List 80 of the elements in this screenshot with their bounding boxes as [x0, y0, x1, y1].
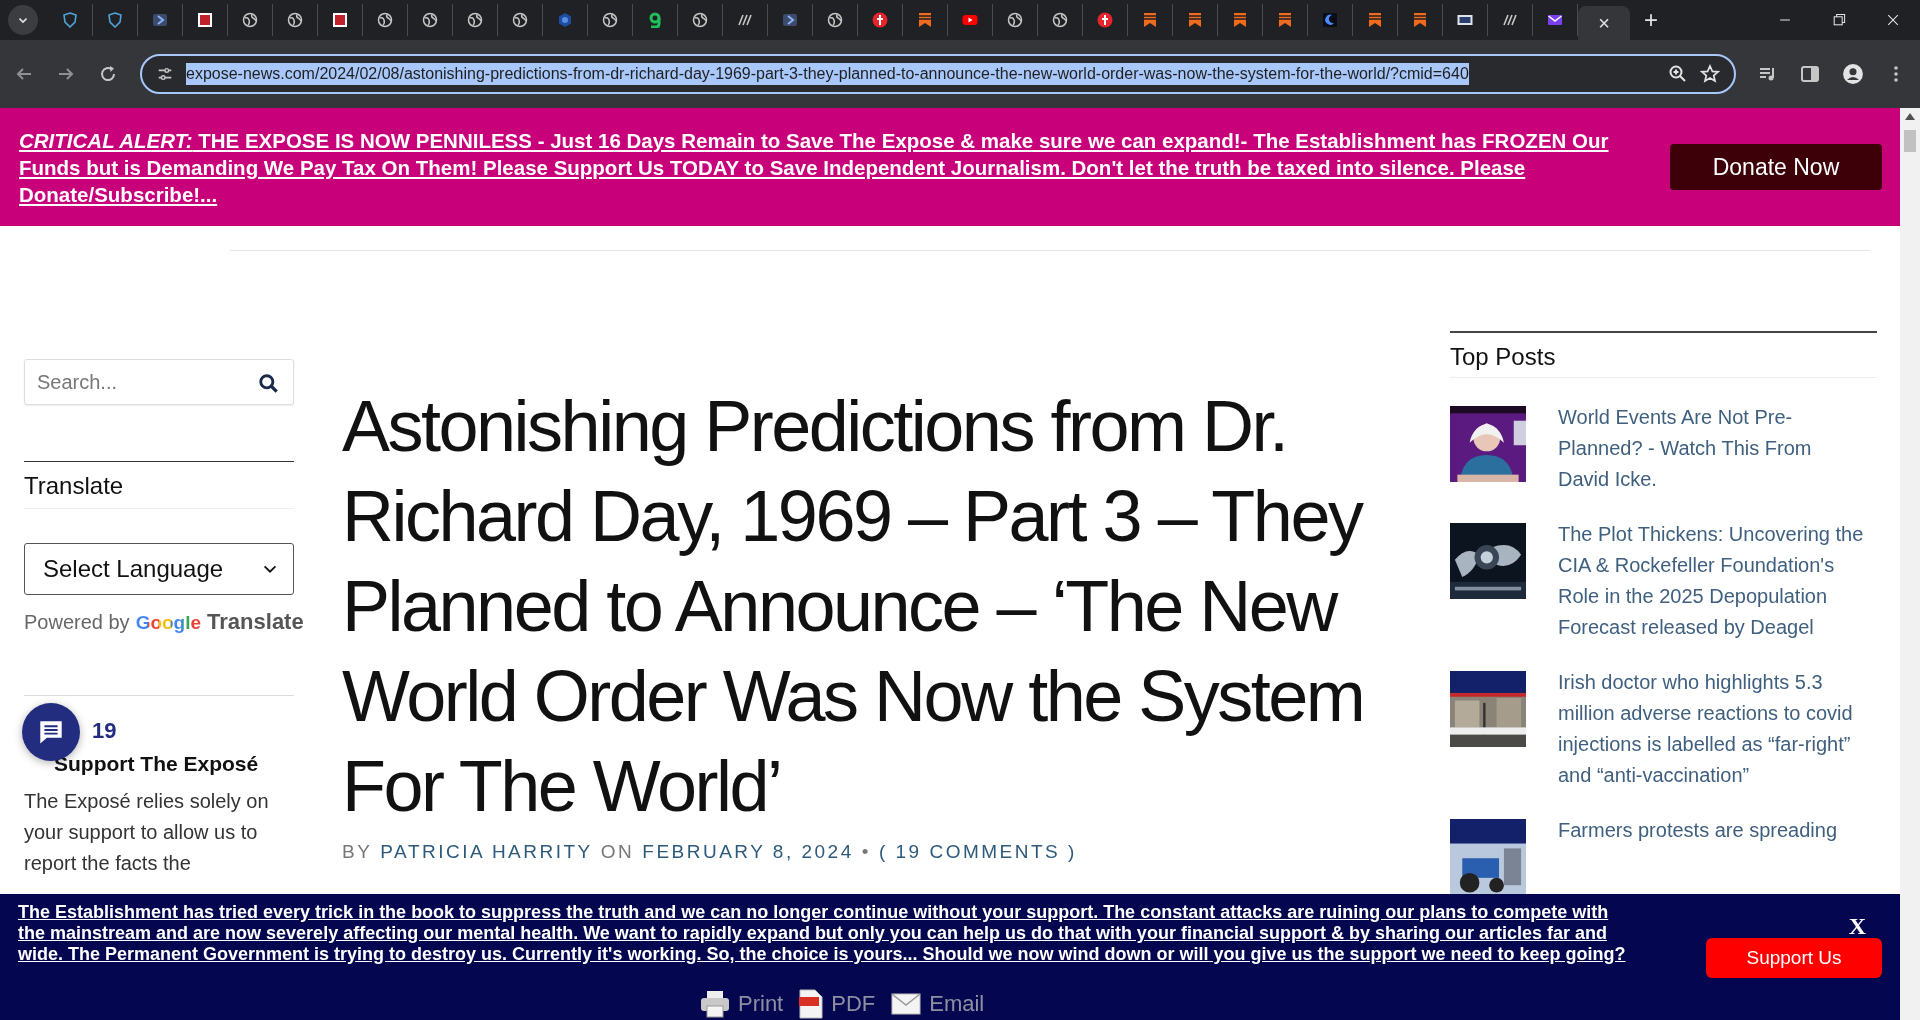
byline-text: ON: [600, 841, 635, 863]
scrollbar[interactable]: [1900, 108, 1920, 1020]
moon-icon: [1322, 12, 1338, 28]
tab-search-button[interactable]: [8, 5, 38, 35]
slashes-icon: [1502, 12, 1518, 28]
hexagon-icon: [557, 12, 573, 28]
new-tab-button[interactable]: +: [1644, 6, 1658, 34]
alert-link[interactable]: CRITICAL ALERT: THE EXPOSE IS NOW PENNILESS - Just 16 Days Remain to Save The Expose & make sure we can expand!- The Establishment has FROZEN Our Funds but is Demanding We Pay Tax On Them! Please Support Us TODAY to Save Independent Journalism. Don't let the truth be taxed into silence. Please Donate/Subscribe!...: [19, 126, 1629, 208]
pdf-icon: [799, 989, 824, 1019]
frame-icon: [332, 12, 348, 28]
support-button[interactable]: Support Us: [1706, 938, 1882, 978]
share-button[interactable]: Print: [700, 990, 784, 1018]
globe-icon: [1007, 12, 1023, 28]
powered-by-text: Powered by: [24, 611, 130, 634]
zoom-icon[interactable]: [1668, 64, 1688, 84]
globe-icon: [692, 12, 708, 28]
share-button[interactable]: Email: [891, 991, 985, 1017]
post-link[interactable]: Irish doctor who highlights 5.3 million adverse reactions to covid injections is labelled as “far-right” and “anti-vaccination”: [1558, 667, 1868, 791]
post-link[interactable]: World Events Are Not Pre-Planned? - Watch This From David Icke.: [1558, 402, 1868, 495]
support-heading: Support The Exposé: [54, 752, 260, 776]
author-link[interactable]: PATRICIA HARRITY: [380, 841, 593, 863]
post-link[interactable]: The Plot Thickens: Uncovering the CIA & Rockefeller Foundation's Role in the 2025 Depopulation Forecast released by Deagel: [1558, 519, 1868, 643]
widget-title: Translate: [24, 472, 124, 499]
bookmark-icon: [1277, 12, 1293, 28]
bookmark-icon: [1187, 12, 1203, 28]
globe-icon: [377, 12, 393, 28]
bookmark-icon: [1367, 12, 1383, 28]
language-dropdown[interactable]: Select Language: [24, 543, 294, 595]
comment-count: 19: [92, 718, 117, 744]
globe-icon: [602, 12, 618, 28]
shield-icon: [107, 12, 123, 28]
site-info-icon[interactable]: [156, 65, 174, 83]
close-icon[interactable]: [1885, 12, 1901, 28]
close-button[interactable]: X: [1842, 912, 1872, 941]
side-panel-icon[interactable]: [1800, 64, 1820, 84]
date-link[interactable]: FEBRUARY 8, 2024: [642, 841, 854, 863]
article-title: Astonishing Predictions from Dr. Richard Day, 1969 – Part 3 – They Planned to Announce – ‘The New World Order Was Now the System For The World’: [342, 385, 1365, 828]
globe-icon: [1052, 12, 1068, 28]
donate-button[interactable]: Donate Now: [1670, 144, 1882, 190]
browser-tab[interactable]: ×: [1578, 6, 1630, 40]
play-icon: [962, 12, 978, 28]
profile-icon[interactable]: [1842, 63, 1864, 85]
envelope-icon: [1547, 12, 1563, 28]
translate-link[interactable]: Translate: [207, 609, 304, 635]
slashes-icon: [737, 12, 753, 28]
byline-text: BY: [342, 841, 373, 863]
globe-icon: [467, 12, 483, 28]
tile-icon: [1457, 12, 1473, 28]
chevron-icon: [782, 12, 798, 28]
globe-icon: [422, 12, 438, 28]
globe-icon: [827, 12, 843, 28]
chat-icon: [37, 718, 65, 746]
globe-icon: [512, 12, 528, 28]
search-field[interactable]: Search...: [24, 359, 294, 405]
reload-icon[interactable]: [98, 64, 118, 84]
bookmark-icon: [1232, 12, 1248, 28]
shield-icon: [62, 12, 78, 28]
bookmark-icon: [1142, 12, 1158, 28]
scrollbar-thumb[interactable]: [1904, 130, 1916, 152]
url-text: expose-news.com/2024/02/08/astonishing-predictions-from-dr-richard-day-1969-part-3-they-planned-to-announce-the-new-world-order-was-now-the-system-for-the-world/?cmid=640: [186, 63, 1469, 85]
bookmark-icon: [917, 12, 933, 28]
share-button[interactable]: PDF: [799, 989, 876, 1019]
globe-icon: [242, 12, 258, 28]
address-bar[interactable]: expose-news.com/2024/02/08/astonishing-predictions-from-dr-richard-day-1969-part-3-they-planned-to-announce-the-new-world-order-was-now-the-system-for-the-world/?cmid=640: [140, 54, 1736, 94]
separator-text: •: [861, 841, 871, 863]
support-appeal-link[interactable]: The Establishment has tried every trick in the book to suppress the truth and we can no longer continue without your support. The constant attacks are ruining our plans to compete with the mainstream and are now severely affecting our mental health. We want to rapidly expand but only you can help us do that with your financial support & by sharing our articles far and wide. The Permanent Government is trying to destroy us. Currently it's working. So, the choice is yours... Should we now wind down or will you give us the support we need to keep going?: [18, 902, 1638, 965]
bookmark-icon: [1412, 12, 1428, 28]
search-icon[interactable]: [258, 373, 280, 395]
chevron-icon: [152, 12, 168, 28]
restore-icon[interactable]: [1831, 12, 1847, 28]
envelope-icon: [891, 993, 922, 1015]
printer-icon: [700, 990, 730, 1018]
post-link[interactable]: Farmers protests are spreading: [1558, 815, 1868, 846]
scroll-up-icon[interactable]: [1905, 112, 1915, 120]
frame-icon: [197, 12, 213, 28]
widget-title: Top Posts: [1450, 343, 1556, 370]
support-text: The Exposé relies solely on your support to allow us to report the facts the: [24, 789, 270, 876]
comments-link[interactable]: ( 19 COMMENTS ): [878, 841, 1077, 863]
star-icon[interactable]: [1700, 64, 1720, 84]
globe-icon: [287, 12, 303, 28]
